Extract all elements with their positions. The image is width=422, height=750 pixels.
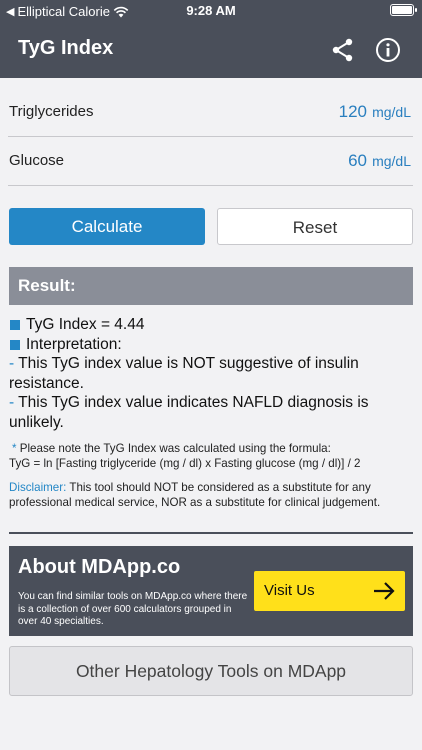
result-body: TyG Index = 4.44 Interpretation: - This T… <box>9 315 413 432</box>
triglycerides-row: Triglycerides mg/dL <box>8 89 413 137</box>
triglycerides-label: Triglycerides <box>9 103 94 120</box>
interpretation-item: - This TyG index value indicates NAFLD di… <box>9 393 413 432</box>
other-hepatology-tools-button[interactable]: Other Hepatology Tools on MDApp <box>9 646 413 696</box>
interpretation-line: Interpretation: <box>9 335 413 355</box>
interpretation-label: Interpretation: <box>26 335 122 353</box>
battery-icon <box>390 4 417 16</box>
info-icon[interactable] <box>375 37 401 63</box>
formula-note-text: Please note the TyG Index was calculated… <box>19 442 331 455</box>
visit-us-button[interactable]: Visit Us <box>254 571 405 611</box>
disclaimer-label: Disclaimer: <box>9 481 67 494</box>
formula-note: * Please note the TyG Index was calculat… <box>9 441 413 471</box>
glucose-input[interactable] <box>287 151 367 171</box>
dash-icon: - <box>9 355 15 372</box>
status-time: 9:28 AM <box>186 3 236 18</box>
interpretation-text: This TyG index value is NOT suggestive o… <box>9 355 359 392</box>
disclaimer: Disclaimer: This tool should NOT be cons… <box>9 480 413 510</box>
glucose-label: Glucose <box>9 152 65 169</box>
about-text: You can find similar tools on MDApp.co w… <box>18 591 248 627</box>
about-title: About MDApp.co <box>18 556 181 578</box>
triglycerides-unit: mg/dL <box>372 104 411 120</box>
arrow-right-icon <box>374 582 395 600</box>
formula-text: TyG = ln [Fasting triglyceride (mg / dl)… <box>9 457 361 470</box>
interpretation-item: - This TyG index value is NOT suggestive … <box>9 354 413 393</box>
bullet-square-icon <box>10 320 20 330</box>
tyg-index-value: TyG Index = 4.44 <box>26 316 145 333</box>
about-banner: About MDApp.co You can find similar tool… <box>9 546 413 636</box>
glucose-row: Glucose mg/dL <box>8 138 413 186</box>
triglycerides-input[interactable] <box>287 102 367 122</box>
share-icon[interactable] <box>330 37 356 63</box>
bullet-square-icon <box>10 339 20 350</box>
asterisk-marker: * <box>12 442 17 455</box>
reset-button[interactable]: Reset <box>217 208 413 245</box>
glucose-unit: mg/dL <box>372 153 411 169</box>
status-bar: ◀ Elliptical Calorie 9:28 AM <box>0 0 422 22</box>
visit-us-label: Visit Us <box>264 582 315 599</box>
tyg-index-line: TyG Index = 4.44 <box>9 315 413 335</box>
calculate-button[interactable]: Calculate <box>9 208 205 245</box>
section-divider <box>9 532 413 534</box>
interpretation-text: This TyG index value indicates NAFLD dia… <box>9 394 369 431</box>
page-title: TyG Index <box>18 37 114 59</box>
nav-bar: TyG Index <box>0 22 422 78</box>
result-header: Result: <box>9 267 413 305</box>
dash-icon: - <box>9 394 15 411</box>
